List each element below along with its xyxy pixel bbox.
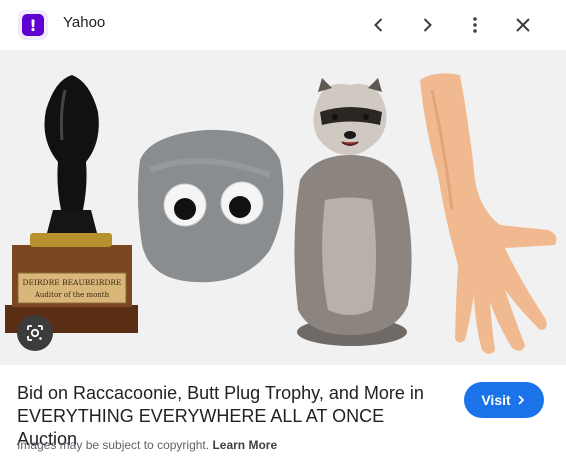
close-icon	[516, 18, 530, 32]
google-lens-icon	[27, 325, 43, 341]
source-name[interactable]: Yahoo	[63, 14, 105, 31]
previous-button[interactable]	[363, 9, 395, 41]
close-button[interactable]	[507, 9, 539, 41]
visit-label: Visit	[481, 392, 511, 408]
plaque-line1: DEIRDRE BEAUBEIRDRE	[22, 278, 121, 287]
learn-more-link[interactable]: Learn More	[212, 438, 277, 452]
next-button[interactable]	[411, 9, 443, 41]
chevron-left-icon	[374, 18, 383, 32]
raccoon-figure	[294, 78, 412, 346]
copyright-text: Images may be subject to copyright.	[17, 438, 210, 452]
chevron-right-icon	[518, 395, 524, 405]
more-options-button[interactable]	[459, 9, 491, 41]
yahoo-logo-icon: !	[22, 14, 44, 36]
google-lens-button[interactable]	[17, 315, 53, 351]
preview-image[interactable]: DEIRDRE BEAUBEIRDRE Auditor of the month	[0, 50, 566, 365]
collage-image: DEIRDRE BEAUBEIRDRE Auditor of the month	[5, 73, 557, 355]
trophy-figure: DEIRDRE BEAUBEIRDRE Auditor of the month	[5, 75, 138, 333]
copyright-notice: Images may be subject to copyright. Lear…	[17, 438, 277, 452]
hand-figure	[420, 73, 557, 355]
source-logo: !	[18, 10, 48, 40]
preview-header: ! Yahoo	[0, 0, 566, 50]
chevron-right-icon	[423, 18, 432, 32]
image-preview-card: ! Yahoo DEIRDRE BEAUBEIRDRE Auditor of t…	[0, 0, 566, 456]
caption-line1: Bid on Raccacoonie, Butt Plug Trophy, an…	[17, 383, 424, 403]
visit-button[interactable]: Visit	[464, 382, 544, 418]
rock-figure	[137, 129, 284, 283]
more-vert-icon	[473, 17, 477, 33]
plaque-line2: Auditor of the month	[34, 291, 110, 299]
